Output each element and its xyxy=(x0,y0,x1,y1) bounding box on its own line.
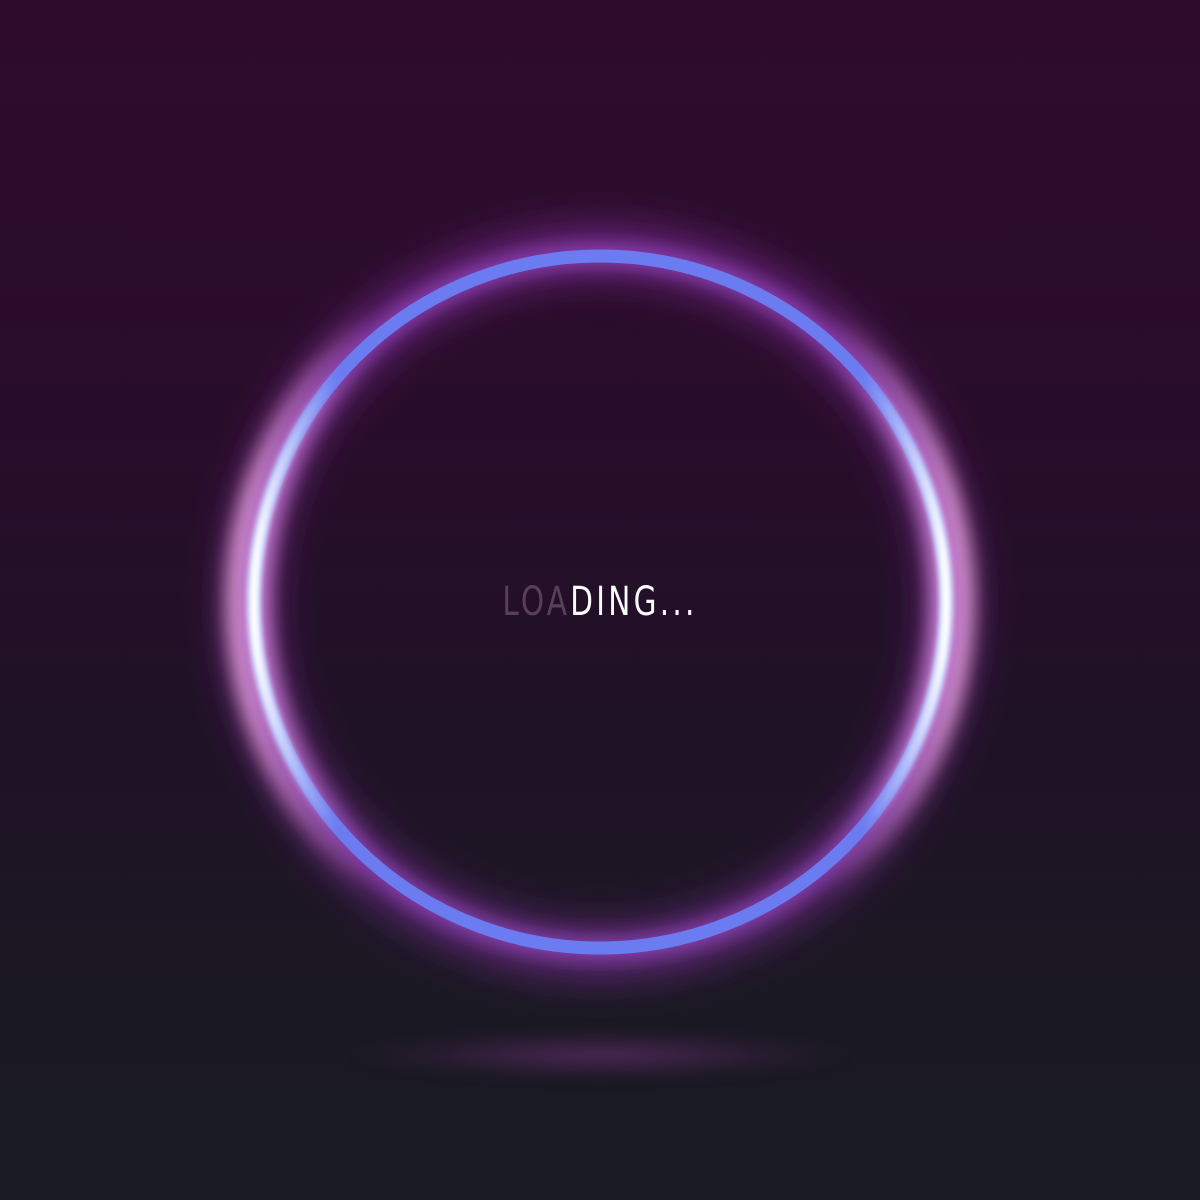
loading-label-bright: DING... xyxy=(570,579,698,625)
loading-screen: LOADING... xyxy=(0,0,1200,1200)
ring-floor-reflection xyxy=(350,1030,850,1080)
loading-label-dim: LOA xyxy=(502,579,571,625)
loading-label: LOADING... xyxy=(108,578,1092,626)
